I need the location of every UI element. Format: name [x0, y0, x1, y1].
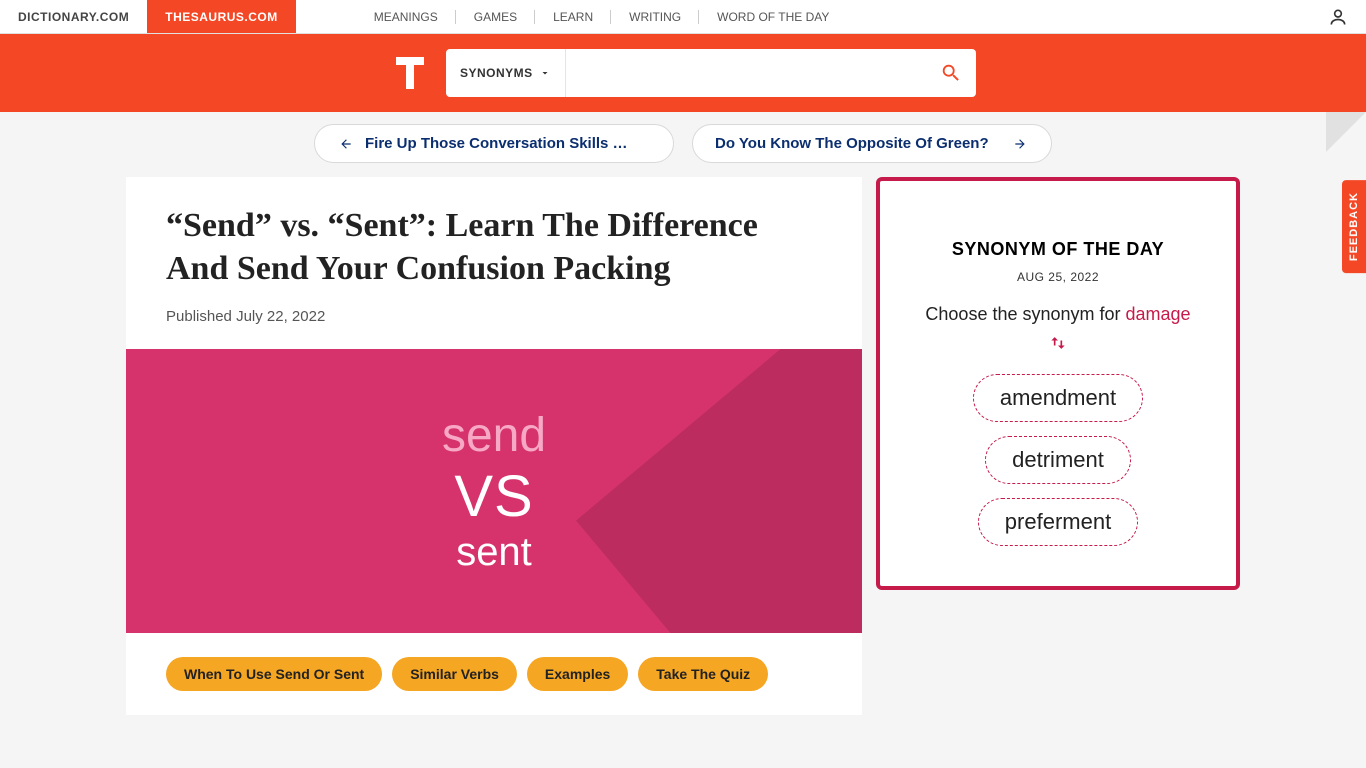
swap-icon [908, 333, 1208, 358]
arrow-right-icon [1011, 137, 1029, 151]
hero-text-sent: sent [456, 530, 532, 575]
account-icon[interactable] [1310, 0, 1366, 33]
search-type-label: SYNONYMS [460, 66, 533, 80]
sotd-option-2[interactable]: detriment [985, 436, 1131, 484]
prev-article-link[interactable]: Fire Up Those Conversation Skills … [314, 124, 674, 163]
main-container: “Send” vs. “Sent”: Learn The Difference … [0, 177, 1366, 715]
anchor-chips: When To Use Send Or Sent Similar Verbs E… [166, 657, 822, 691]
sotd-date: AUG 25, 2022 [908, 270, 1208, 284]
prev-article-title: Fire Up Those Conversation Skills … [365, 135, 628, 152]
article-nav-pills: Fire Up Those Conversation Skills … Do Y… [0, 112, 1366, 177]
hero-image: send VS sent [126, 349, 862, 633]
menu-meanings[interactable]: MEANINGS [356, 10, 456, 24]
search-box: SYNONYMS [446, 49, 976, 97]
sotd-option-3[interactable]: preferment [978, 498, 1138, 546]
chevron-down-icon [539, 67, 551, 79]
top-menu: MEANINGS GAMES LEARN WRITING WORD OF THE… [356, 0, 1310, 33]
hero-text-vs: VS [454, 463, 533, 530]
search-bar: SYNONYMS [0, 34, 1366, 112]
article-content: “Send” vs. “Sent”: Learn The Difference … [126, 177, 862, 715]
sotd-target-word[interactable]: damage [1126, 304, 1191, 324]
search-input[interactable] [566, 49, 926, 97]
chip-similar-verbs[interactable]: Similar Verbs [392, 657, 517, 691]
sotd-prompt: Choose the synonym for damage [908, 302, 1208, 327]
search-button[interactable] [926, 49, 976, 97]
sotd-title: SYNONYM OF THE DAY [908, 239, 1208, 260]
search-type-selector[interactable]: SYNONYMS [446, 49, 566, 97]
chip-take-the-quiz[interactable]: Take The Quiz [638, 657, 768, 691]
article-title: “Send” vs. “Sent”: Learn The Difference … [166, 205, 822, 290]
dictionary-tab[interactable]: DICTIONARY.COM [0, 0, 147, 33]
search-icon [940, 62, 962, 84]
chip-examples[interactable]: Examples [527, 657, 628, 691]
menu-writing[interactable]: WRITING [611, 10, 699, 24]
thesaurus-tab[interactable]: THESAURUS.COM [147, 0, 296, 33]
menu-learn[interactable]: LEARN [535, 10, 611, 24]
sotd-option-1[interactable]: amendment [973, 374, 1143, 422]
thesaurus-logo[interactable] [390, 53, 430, 93]
arrow-left-icon [337, 137, 355, 151]
next-article-link[interactable]: Do You Know The Opposite Of Green? [692, 124, 1052, 163]
top-nav: DICTIONARY.COM THESAURUS.COM MEANINGS GA… [0, 0, 1366, 34]
menu-word-of-the-day[interactable]: WORD OF THE DAY [699, 10, 847, 24]
hero-text-send: send [442, 408, 546, 463]
chip-when-to-use[interactable]: When To Use Send Or Sent [166, 657, 382, 691]
feedback-tab[interactable]: FEEDBACK [1342, 180, 1366, 273]
sotd-options: amendment detriment preferment [908, 374, 1208, 546]
next-article-title: Do You Know The Opposite Of Green? [715, 135, 989, 152]
menu-games[interactable]: GAMES [456, 10, 535, 24]
publish-date: Published July 22, 2022 [166, 308, 822, 325]
synonym-of-the-day: SYNONYM OF THE DAY AUG 25, 2022 Choose t… [876, 177, 1240, 590]
